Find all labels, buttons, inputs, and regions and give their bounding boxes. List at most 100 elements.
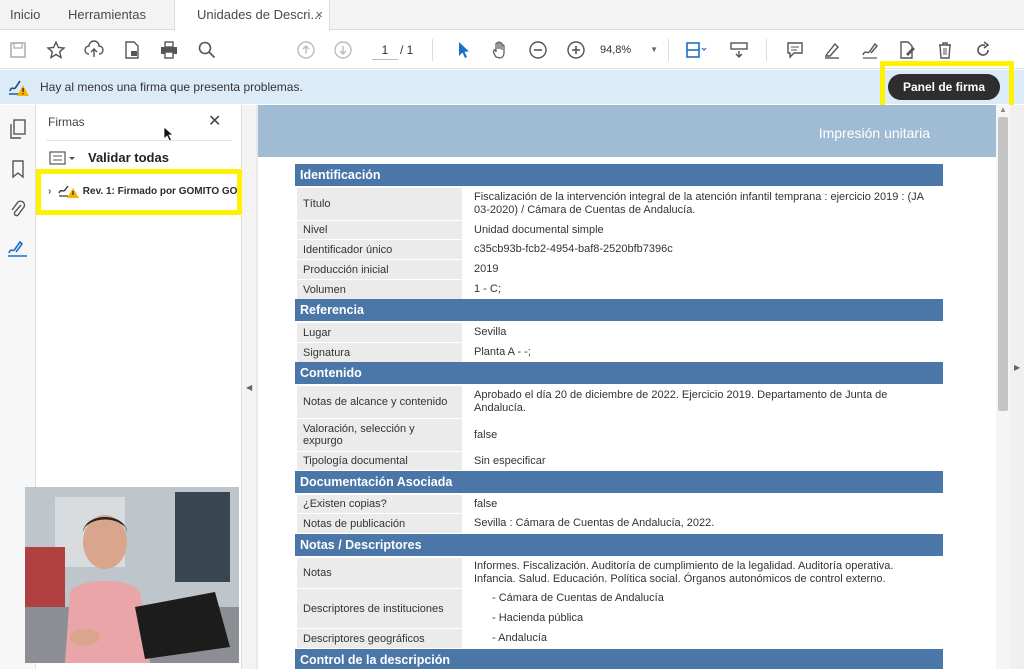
field-value: 1 - C; xyxy=(474,283,501,295)
section-header: Control de la descripción xyxy=(295,649,943,669)
field-label: Producción inicial xyxy=(297,260,462,279)
save-icon[interactable] xyxy=(5,37,31,63)
signatures-panel-title: Firmas xyxy=(48,115,85,129)
presenter-video xyxy=(25,487,239,663)
comment-icon[interactable] xyxy=(782,37,808,63)
rotate-icon[interactable] xyxy=(970,37,996,63)
zoom-in-icon[interactable] xyxy=(563,37,589,63)
field-value: c35cb93b-fcb2-4954-baf8-2520bfb7396c xyxy=(474,243,673,255)
chevron-down-icon: ▼ xyxy=(650,45,658,54)
field-label: Descriptores de instituciones xyxy=(297,589,462,628)
field-label: Notas de publicación xyxy=(297,514,462,533)
signature-warning-icon xyxy=(58,185,79,199)
print-icon[interactable] xyxy=(156,37,182,63)
close-icon[interactable]: ✕ xyxy=(208,111,221,131)
bookmark-icon[interactable] xyxy=(6,157,30,181)
page-number-input[interactable]: 1 xyxy=(372,40,398,60)
toolbar-divider xyxy=(432,39,433,61)
field-label: Signatura xyxy=(297,343,462,362)
field-value: Sin especificar xyxy=(474,454,546,467)
field-label: Valoración, selección y expurgo xyxy=(297,419,462,451)
section-header: Identificación xyxy=(295,164,943,186)
field-label: Identificador único xyxy=(297,240,462,259)
trash-icon[interactable] xyxy=(932,37,958,63)
page-total: / 1 xyxy=(400,43,414,57)
field-label: Notas xyxy=(297,558,462,588)
highlight-icon[interactable] xyxy=(819,37,845,63)
protect-file-icon[interactable] xyxy=(119,37,145,63)
zoom-out-icon[interactable] xyxy=(525,37,551,63)
field-label: Nivel xyxy=(297,221,462,239)
section-header: Referencia xyxy=(295,299,943,321)
tab-bar: Inicio Herramientas Unidades de Descri..… xyxy=(0,0,1024,31)
page-up-icon[interactable] xyxy=(293,37,319,63)
field-label: Título xyxy=(297,188,462,220)
document-header-title: Impresión unitaria xyxy=(818,125,930,141)
signatures-icon[interactable] xyxy=(6,237,30,261)
field-value: Sevilla xyxy=(474,326,507,338)
section-header: Notas / Descriptores xyxy=(295,534,943,556)
field-value: - Hacienda pública xyxy=(492,612,584,624)
options-menu-icon[interactable] xyxy=(49,150,79,171)
page-down-icon[interactable] xyxy=(330,37,356,63)
field-value: Fiscalización de la intervención integra… xyxy=(474,191,924,216)
attachment-icon[interactable] xyxy=(6,197,30,221)
field-label: Tipología documental xyxy=(297,452,462,470)
field-label: Notas de alcance y contenido xyxy=(297,386,462,418)
toolbar-divider xyxy=(766,39,767,61)
toolbar: 1 / 1 94,8% ▼ xyxy=(0,31,1024,69)
select-cursor-icon[interactable] xyxy=(450,37,476,63)
field-value: false xyxy=(474,497,498,510)
field-value: 2019 xyxy=(474,263,499,275)
divider xyxy=(46,140,232,141)
signature-revision-item[interactable]: › Rev. 1: Firmado por GOMITO GO xyxy=(48,182,238,202)
field-value: false xyxy=(474,428,498,441)
pages-icon[interactable] xyxy=(6,117,30,141)
scroll-up-icon[interactable]: ▲ xyxy=(999,105,1007,114)
tab-document[interactable]: Unidades de Descri... × xyxy=(174,0,330,31)
field-value: Planta A - -; xyxy=(474,346,531,358)
tab-herramientas[interactable]: Herramientas xyxy=(68,0,146,30)
scroll-mode-icon[interactable] xyxy=(726,37,752,63)
field-value: Aprobado el día 20 de diciembre de 2022.… xyxy=(474,389,888,414)
signature-panel-button[interactable]: Panel de firma xyxy=(888,74,1000,100)
star-icon[interactable] xyxy=(43,37,69,63)
signature-warning-banner: Hay al menos una firma que presenta prob… xyxy=(0,70,1024,104)
field-label: Descriptores geográficos xyxy=(297,629,462,648)
panel-collapse-handle[interactable]: ◀ xyxy=(242,105,256,669)
tab-inicio[interactable]: Inicio xyxy=(10,0,40,30)
chevron-right-icon[interactable]: › xyxy=(48,182,58,202)
chevron-left-icon: ◀ xyxy=(246,383,253,392)
banner-message: Hay al menos una firma que presenta prob… xyxy=(40,80,303,94)
field-value: - Andalucía xyxy=(492,632,548,644)
section-header: Contenido xyxy=(295,362,943,384)
page-fit-icon[interactable] xyxy=(680,37,712,63)
close-icon[interactable]: × xyxy=(315,0,323,30)
field-value: Unidad documental simple xyxy=(474,223,604,236)
document-header-band: Impresión unitaria xyxy=(258,105,996,157)
field-value: Sevilla : Cámara de Cuentas de Andalucía… xyxy=(474,517,715,529)
scrollbar-thumb[interactable] xyxy=(998,117,1008,411)
field-value: Informes. Fiscalización. Auditoría de cu… xyxy=(474,560,894,585)
upload-icon[interactable] xyxy=(81,37,107,63)
tab-document-label: Unidades de Descri... xyxy=(197,7,322,22)
field-label: ¿Existen copias? xyxy=(297,495,462,513)
field-label: Volumen xyxy=(297,280,462,299)
field-label: Lugar xyxy=(297,323,462,342)
right-panel-handle[interactable]: ▶ xyxy=(1010,105,1024,669)
zoom-value: 94,8% xyxy=(600,44,632,56)
edit-pdf-icon[interactable] xyxy=(894,37,920,63)
chevron-right-icon: ▶ xyxy=(1014,363,1021,372)
sign-icon[interactable] xyxy=(857,37,883,63)
signature-warning-icon xyxy=(8,77,30,102)
signature-revision-label: Rev. 1: Firmado por GOMITO GO xyxy=(82,186,238,197)
hand-tool-icon[interactable] xyxy=(487,37,513,63)
validate-all-button[interactable]: Validar todas xyxy=(88,150,169,165)
vertical-scrollbar[interactable]: ▲ xyxy=(996,105,1010,669)
search-icon[interactable] xyxy=(194,37,220,63)
zoom-select[interactable]: 94,8% ▼ xyxy=(600,40,662,60)
toolbar-divider xyxy=(668,39,669,61)
field-value: - Cámara de Cuentas de Andalucía xyxy=(492,592,664,604)
section-header: Documentación Asociada xyxy=(295,471,943,493)
mouse-cursor-icon xyxy=(163,126,175,142)
